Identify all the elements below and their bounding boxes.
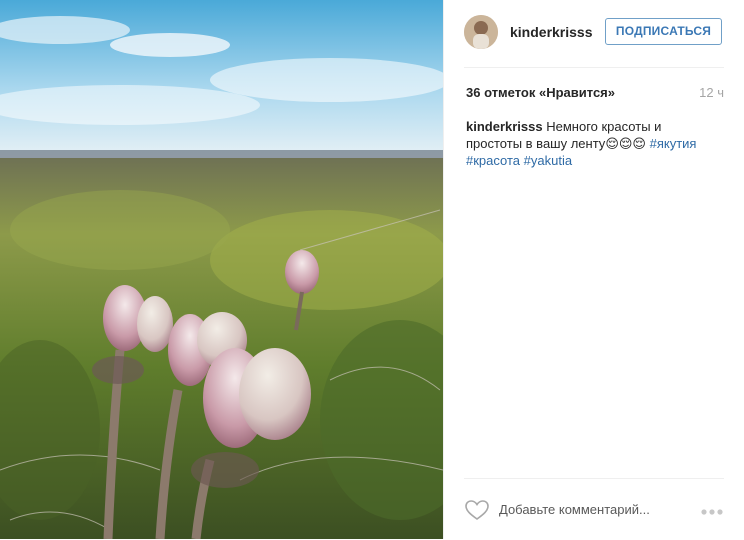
- post-photo[interactable]: [0, 0, 443, 539]
- likes-row: 36 отметок «Нравится» 12 ч: [464, 85, 724, 103]
- follow-button[interactable]: ПОДПИСАТЬСЯ: [605, 18, 722, 45]
- post-caption: kinderkrisss Немного красоты и простоты …: [466, 118, 716, 169]
- hashtag-yakutia[interactable]: #yakutia: [524, 153, 572, 168]
- caption-emoji: 😌😌😌: [605, 136, 646, 151]
- hashtag-yakutiya[interactable]: #якутия: [650, 136, 697, 151]
- heart-outline-icon[interactable]: [464, 498, 490, 522]
- post-footer: [464, 478, 724, 540]
- likes-count[interactable]: 36 отметок «Нравится»: [466, 85, 615, 100]
- avatar[interactable]: [464, 15, 498, 49]
- post-sidebar: kinderkrisss ПОДПИСАТЬСЯ 36 отметок «Нра…: [443, 0, 744, 539]
- post-time[interactable]: 12 ч: [699, 85, 724, 100]
- post-header: kinderkrisss ПОДПИСАТЬСЯ: [464, 0, 724, 68]
- more-options-icon[interactable]: [700, 503, 724, 515]
- hashtag-krasota[interactable]: #красота: [466, 153, 520, 168]
- caption-username[interactable]: kinderkrisss: [466, 119, 543, 134]
- comment-input[interactable]: [499, 499, 689, 519]
- username-link[interactable]: kinderkrisss: [510, 24, 593, 40]
